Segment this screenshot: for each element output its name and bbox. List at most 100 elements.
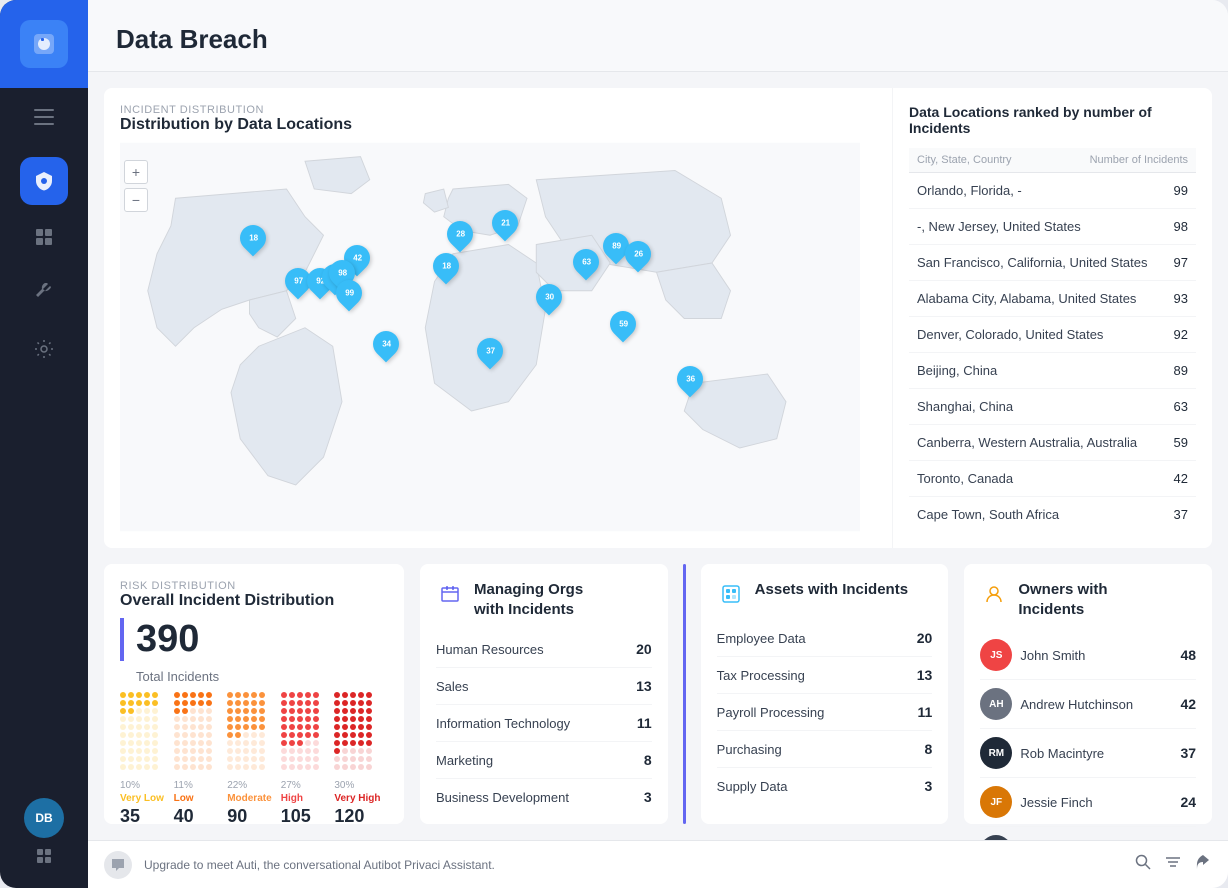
owner-row: RM Rob Macintyre 37 <box>980 729 1196 778</box>
owner-row: GW Greg Walters 20 <box>980 827 1196 840</box>
org-row: Business Development 3 <box>436 779 652 815</box>
risk-section-title: Overall Incident Distribution <box>120 592 388 610</box>
org-row: Marketing 8 <box>436 742 652 779</box>
zoom-out-button[interactable]: − <box>124 188 148 212</box>
owner-row: AH Andrew Hutchinson 42 <box>980 680 1196 729</box>
asset-count: 8 <box>925 741 933 757</box>
nav-item-tools[interactable] <box>20 269 68 317</box>
map-pin-p10[interactable]: 99 <box>336 280 362 306</box>
risk-col-vhigh <box>334 692 388 772</box>
risk-pct: 27% <box>281 780 335 791</box>
risk-col-vlow <box>120 692 174 772</box>
asset-count: 20 <box>917 630 933 646</box>
nav-item-settings[interactable] <box>20 325 68 373</box>
location-count: 42 <box>1174 471 1188 486</box>
org-count: 11 <box>637 715 652 731</box>
risk-stat-high: 27% High 105 <box>281 780 335 824</box>
risk-label: Total Incidents <box>136 669 388 684</box>
risk-level: Low <box>174 793 228 804</box>
org-count: 8 <box>644 752 652 768</box>
org-row: Human Resources 20 <box>436 631 652 668</box>
location-name: San Francisco, California, United States <box>917 255 1174 270</box>
map-container: 18 42 28 21 18 97 92 93 98 99 <box>120 142 860 532</box>
asset-count: 3 <box>925 778 933 794</box>
owner-avatar: RM <box>980 737 1012 769</box>
location-name: Orlando, Florida, - <box>917 183 1174 198</box>
map-pin-p17[interactable]: 37 <box>477 338 503 364</box>
owner-name: Rob Macintyre <box>1020 746 1172 761</box>
nav-item-shield[interactable] <box>20 157 68 205</box>
map-pin-p14[interactable]: 26 <box>625 241 651 267</box>
filter-button[interactable] <box>1164 853 1182 876</box>
location-count: 92 <box>1174 327 1188 342</box>
map-pin-p12[interactable]: 30 <box>536 284 562 310</box>
risk-level: High <box>281 793 335 804</box>
zoom-in-button[interactable]: + <box>124 160 148 184</box>
panel-divider <box>683 564 686 824</box>
location-row: San Francisco, California, United States… <box>909 245 1196 281</box>
user-avatar[interactable]: DB <box>24 798 64 838</box>
map-pin-p1[interactable]: 18 <box>240 225 266 251</box>
nav-item-dashboard[interactable] <box>20 213 68 261</box>
asset-row: Tax Processing 13 <box>717 657 933 694</box>
orgs-icon <box>436 580 464 608</box>
location-row: -, New Jersey, United States 98 <box>909 209 1196 245</box>
content-area: Incident Distribution Distribution by Da… <box>88 72 1228 840</box>
owner-avatar: AH <box>980 688 1012 720</box>
risk-col-high <box>281 692 335 772</box>
location-count: 99 <box>1174 183 1188 198</box>
share-button[interactable] <box>1194 853 1212 876</box>
map-pin-p3[interactable]: 28 <box>447 221 473 247</box>
location-row: Denver, Colorado, United States 92 <box>909 317 1196 353</box>
map-pin-p16[interactable]: 59 <box>610 311 636 337</box>
locations-rows: Orlando, Florida, - 99 -, New Jersey, Un… <box>909 173 1196 532</box>
owner-row: JS John Smith 48 <box>980 631 1196 680</box>
risk-section-label: Risk Distribution <box>120 580 388 592</box>
bottom-bar: Upgrade to meet Auti, the conversational… <box>88 840 1228 888</box>
org-count: 13 <box>636 678 652 694</box>
col-city-header: City, State, Country <box>917 154 1012 166</box>
asset-count: 11 <box>918 704 933 720</box>
map-controls: + − <box>124 160 148 212</box>
data-locations-panel: Data Locations ranked by number of Incid… <box>892 88 1212 548</box>
asset-name: Payroll Processing <box>717 705 918 720</box>
risk-count: 105 <box>281 806 335 824</box>
asset-row: Supply Data 3 <box>717 768 933 804</box>
orgs-panel-title: Managing Orgswith Incidents <box>474 580 583 619</box>
asset-name: Employee Data <box>717 631 917 646</box>
asset-count: 13 <box>917 667 933 683</box>
data-locations-title: Data Locations ranked by number of Incid… <box>909 104 1196 136</box>
search-button[interactable] <box>1134 853 1152 876</box>
map-pin-p4[interactable]: 21 <box>492 210 518 236</box>
location-count: 98 <box>1174 219 1188 234</box>
more-options[interactable] <box>34 846 54 872</box>
map-pin-p5[interactable]: 18 <box>433 253 459 279</box>
owner-count: 48 <box>1180 647 1196 663</box>
owner-count: 37 <box>1180 745 1196 761</box>
page-title: Data Breach <box>116 24 1200 55</box>
location-count: 97 <box>1174 255 1188 270</box>
risk-count: 120 <box>334 806 388 824</box>
asset-name: Tax Processing <box>717 668 917 683</box>
logo-box <box>20 20 68 68</box>
assets-panel-title: Assets with Incidents <box>755 580 908 600</box>
risk-stat-low: 11% Low 40 <box>174 780 228 824</box>
location-count: 37 <box>1174 507 1188 522</box>
risk-count: 90 <box>227 806 281 824</box>
location-count: 63 <box>1174 399 1188 414</box>
org-name: Marketing <box>436 753 644 768</box>
org-name: Human Resources <box>436 642 636 657</box>
orgs-panel-header: Managing Orgswith Incidents <box>436 580 652 619</box>
bottom-bar-actions <box>1134 853 1212 876</box>
risk-level: Very High <box>334 793 388 804</box>
sidebar-nav <box>20 141 68 798</box>
map-section-title: Distribution by Data Locations <box>120 116 860 134</box>
hamburger-icon[interactable] <box>34 108 54 131</box>
org-name: Sales <box>436 679 636 694</box>
map-pin-p11[interactable]: 34 <box>373 331 399 357</box>
risk-number: 390 <box>120 618 199 661</box>
bottom-bar-text: Upgrade to meet Auti, the conversational… <box>144 858 1122 872</box>
org-name: Information Technology <box>436 716 637 731</box>
map-pin-p18[interactable]: 36 <box>677 366 703 392</box>
map-pin-p15[interactable]: 63 <box>573 249 599 275</box>
